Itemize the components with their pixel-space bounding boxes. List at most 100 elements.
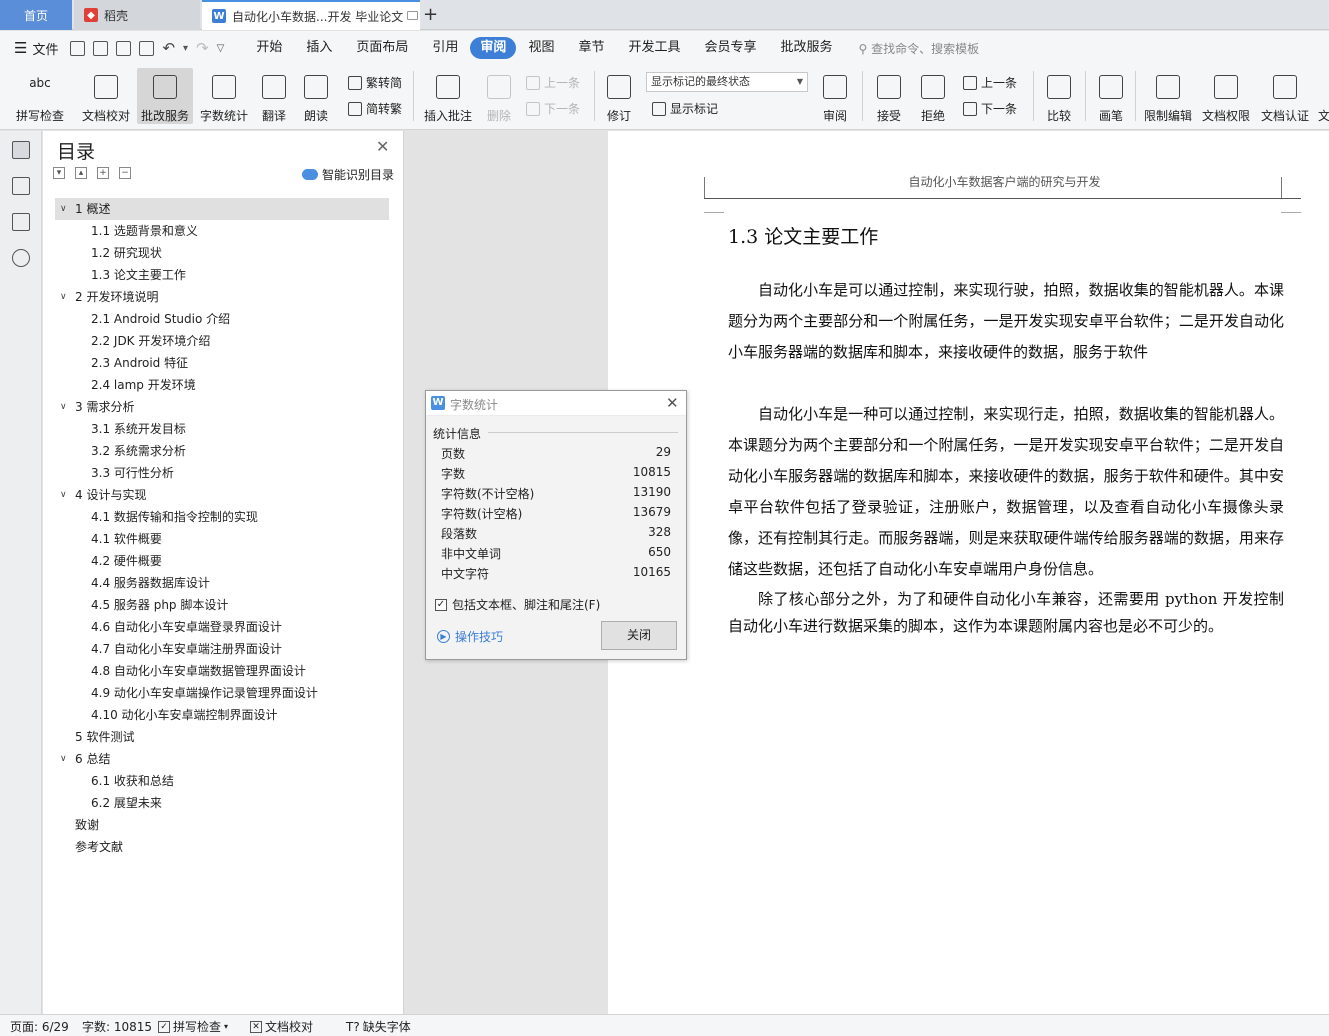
- next-change-button[interactable]: 下一条: [963, 100, 1017, 117]
- close-button[interactable]: 关闭: [601, 621, 677, 650]
- tab-home[interactable]: 首页: [0, 0, 72, 30]
- prev-change-button[interactable]: 上一条: [963, 74, 1017, 91]
- read-aloud-button[interactable]: 朗读: [298, 68, 334, 124]
- toc-item[interactable]: 6.1 收获和总结: [55, 770, 389, 792]
- chevron-down-icon[interactable]: ∨: [60, 286, 67, 308]
- toc-item[interactable]: 5 软件测试: [55, 726, 389, 748]
- tab-view[interactable]: 视图: [516, 37, 566, 59]
- status-spellcheck[interactable]: ✓ 拼写检查 ▾: [158, 1018, 228, 1035]
- toc-item[interactable]: 4.1 软件概要: [55, 528, 389, 550]
- toc-item[interactable]: 3.3 可行性分析: [55, 462, 389, 484]
- next-comment-button[interactable]: 下一条: [526, 100, 580, 117]
- toc-item[interactable]: 1.1 选题背景和意义: [55, 220, 389, 242]
- doc-cert-button[interactable]: 文档认证: [1259, 68, 1311, 124]
- toc-item[interactable]: 6.2 展望未来: [55, 792, 389, 814]
- doc-rights-button[interactable]: 文档权限: [1200, 68, 1252, 124]
- reject-button[interactable]: 拒绝: [914, 68, 952, 124]
- toc-item[interactable]: 4.4 服务器数据库设计: [55, 572, 389, 594]
- toc-item[interactable]: 4.8 自动化小车安卓端数据管理界面设计: [55, 660, 389, 682]
- toc-item[interactable]: ∨ 4 设计与实现: [55, 484, 389, 506]
- toc-item[interactable]: 参考文献: [55, 836, 389, 858]
- spellcheck-button[interactable]: abc 拼写检查: [8, 68, 72, 124]
- customize-qa-icon[interactable]: ▽: [217, 43, 225, 54]
- tab-correction-service[interactable]: 批改服务: [769, 37, 845, 59]
- doc-check-button[interactable]: 文档校对: [78, 68, 134, 124]
- toc-item[interactable]: 4.6 自动化小车安卓端登录界面设计: [55, 616, 389, 638]
- close-icon[interactable]: ✕: [666, 394, 679, 412]
- toc-item[interactable]: 3.1 系统开发目标: [55, 418, 389, 440]
- ribbon-overflow[interactable]: 文: [1318, 68, 1329, 124]
- markup-state-select[interactable]: 显示标记的最终状态 ▼: [646, 72, 808, 92]
- toc-nav-icon[interactable]: [12, 141, 30, 159]
- toc-item[interactable]: 2.3 Android 特征: [55, 352, 389, 374]
- search-icon[interactable]: [12, 249, 30, 267]
- toc-item[interactable]: ∨ 6 总结: [55, 748, 389, 770]
- redo-icon[interactable]: ↷: [196, 39, 209, 57]
- toc-item[interactable]: 4.2 硬件概要: [55, 550, 389, 572]
- toc-item[interactable]: 4.10 动化小车安卓端控制界面设计: [55, 704, 389, 726]
- tab-review[interactable]: 审阅: [470, 37, 517, 59]
- print-preview-icon[interactable]: [139, 40, 155, 56]
- tab-page-layout[interactable]: 页面布局: [344, 37, 420, 59]
- toc-item[interactable]: 3.2 系统需求分析: [55, 440, 389, 462]
- review-pane-button[interactable]: 审阅: [816, 68, 854, 124]
- undo-dropdown-icon[interactable]: ▾: [183, 43, 188, 54]
- status-doccheck[interactable]: ✕ 文档校对: [250, 1018, 313, 1035]
- trad-to-simp-button[interactable]: 繁转简: [348, 74, 402, 91]
- delete-comment-button[interactable]: 删除: [480, 68, 518, 124]
- tips-link[interactable]: ▶ 操作技巧: [437, 628, 503, 645]
- chevron-down-icon[interactable]: ∨: [60, 198, 67, 220]
- new-tab-button[interactable]: +: [423, 4, 438, 25]
- chevron-down-icon[interactable]: ∨: [60, 748, 67, 770]
- toc-item[interactable]: 4.9 动化小车安卓端操作记录管理界面设计: [55, 682, 389, 704]
- simp-to-trad-button[interactable]: 简转繁: [348, 100, 402, 117]
- toc-item[interactable]: 2.4 lamp 开发环境: [55, 374, 389, 396]
- command-search[interactable]: ⚲ 查找命令、搜索模板: [859, 40, 980, 57]
- revise-button[interactable]: 修订: [600, 68, 638, 124]
- expand-all-icon[interactable]: ▾: [53, 167, 65, 179]
- undo-icon[interactable]: ↶: [162, 39, 175, 57]
- word-count-button[interactable]: 字数统计: [197, 68, 251, 124]
- toc-item[interactable]: 致谢: [55, 814, 389, 836]
- pen-button[interactable]: 画笔: [1093, 68, 1129, 124]
- smart-toc-button[interactable]: 智能识别目录: [302, 166, 394, 183]
- demote-icon[interactable]: −: [119, 167, 131, 179]
- prev-comment-button[interactable]: 上一条: [526, 74, 580, 91]
- dialog-titlebar[interactable]: W 字数统计 ✕: [426, 391, 686, 416]
- export-pdf-icon[interactable]: [93, 40, 109, 56]
- tab-member[interactable]: 会员专享: [692, 37, 768, 59]
- show-markup-button[interactable]: 显示标记: [652, 100, 718, 117]
- status-missing-font[interactable]: T? 缺失字体: [346, 1018, 411, 1035]
- promote-icon[interactable]: +: [97, 167, 109, 179]
- tab-insert[interactable]: 插入: [294, 37, 344, 59]
- print-icon[interactable]: [116, 40, 132, 56]
- restrict-edit-button[interactable]: 限制编辑: [1142, 68, 1194, 124]
- bookmark-icon[interactable]: [12, 213, 30, 231]
- tab-developer[interactable]: 开发工具: [616, 37, 692, 59]
- toc-item[interactable]: 4.1 数据传输和指令控制的实现: [55, 506, 389, 528]
- insert-comment-button[interactable]: 插入批注: [422, 68, 474, 124]
- toc-item[interactable]: 4.7 自动化小车安卓端注册界面设计: [55, 638, 389, 660]
- toc-item[interactable]: 2.2 JDK 开发环境介绍: [55, 330, 389, 352]
- tab-references[interactable]: 引用: [420, 37, 470, 59]
- monitor-icon[interactable]: [407, 11, 418, 20]
- save-icon[interactable]: [70, 40, 86, 56]
- page-indicator[interactable]: 页面: 6/29: [10, 1018, 69, 1035]
- chevron-down-icon[interactable]: ∨: [60, 484, 67, 506]
- document-page[interactable]: 自动化小车数据客户端的研究与开发 1.3 论文主要工作 自动化小车是可以通过控制…: [608, 131, 1329, 1014]
- tab-start[interactable]: 开始: [244, 37, 294, 59]
- chevron-down-icon[interactable]: ∨: [60, 396, 67, 418]
- translate-button[interactable]: 翻译: [255, 68, 293, 124]
- toc-item[interactable]: 2.1 Android Studio 介绍: [55, 308, 389, 330]
- correction-service-button[interactable]: 批改服务: [137, 68, 193, 124]
- chapter-nav-icon[interactable]: [12, 177, 30, 195]
- file-menu[interactable]: ☰ 文件: [14, 39, 58, 58]
- toc-item[interactable]: 1.2 研究现状: [55, 242, 389, 264]
- toc-item[interactable]: 1.3 论文主要工作: [55, 264, 389, 286]
- accept-button[interactable]: 接受: [870, 68, 908, 124]
- tab-document[interactable]: W 自动化小车数据...开发 毕业论文: [202, 0, 420, 30]
- tab-daoke[interactable]: ◆ 稻壳: [74, 0, 200, 30]
- include-textbox-checkbox[interactable]: ✓ 包括文本框、脚注和尾注(F): [435, 596, 600, 613]
- toc-item[interactable]: ∨ 3 需求分析: [55, 396, 389, 418]
- close-icon[interactable]: ✕: [376, 137, 389, 156]
